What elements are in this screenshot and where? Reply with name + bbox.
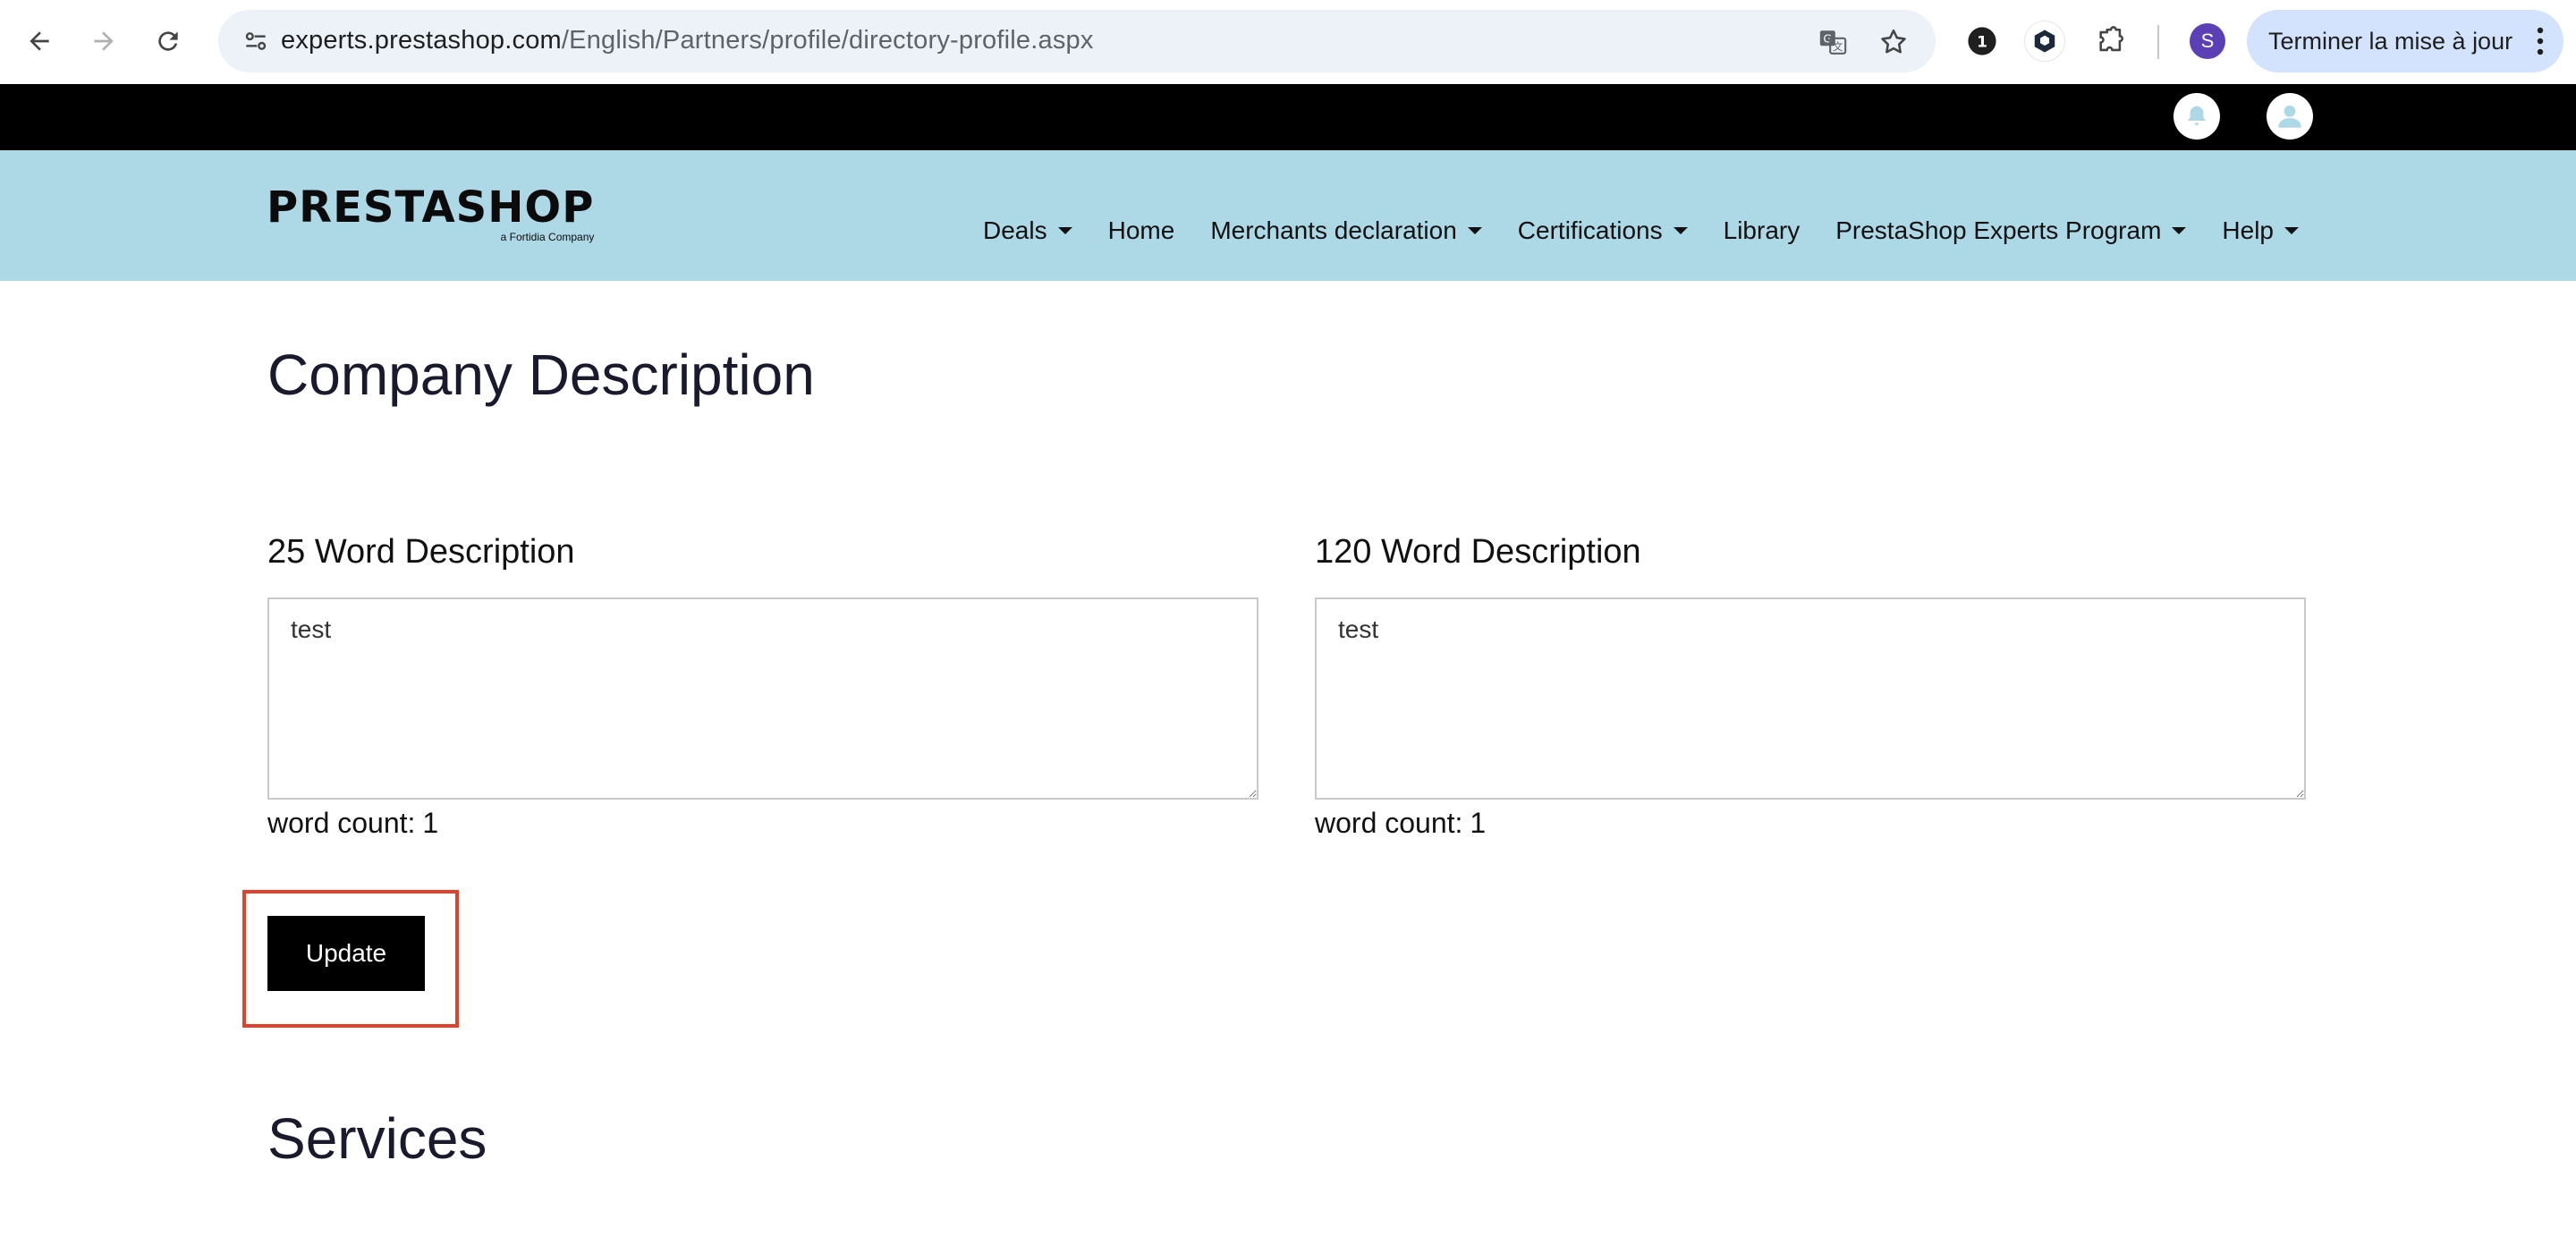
caret-down-icon <box>1673 227 1688 234</box>
notifications-button[interactable] <box>2174 93 2220 140</box>
page-title: Company Description <box>267 343 815 407</box>
onepassword-icon: 1 <box>1968 27 1996 55</box>
long-description-textarea[interactable]: test <box>1315 597 2306 800</box>
short-word-count: word count: 1 <box>267 807 438 840</box>
toolbar-divider <box>2157 25 2159 59</box>
finish-update-label: Terminer la mise à jour <box>2268 28 2513 55</box>
puzzle-icon <box>2099 26 2123 52</box>
short-description-label: 25 Word Description <box>267 533 575 571</box>
profile-avatar[interactable]: S <box>2190 23 2225 59</box>
caret-down-icon <box>1057 227 1072 234</box>
back-button[interactable] <box>16 18 63 64</box>
caret-down-icon <box>1467 227 1482 234</box>
word-count-value: 1 <box>422 807 439 839</box>
update-button[interactable]: Update <box>267 916 425 991</box>
nav-label: Certifications <box>1517 216 1663 244</box>
nav-merchants-declaration[interactable]: Merchants declaration <box>1192 216 1499 245</box>
extensions-button[interactable] <box>2091 21 2131 61</box>
reload-button[interactable] <box>145 18 191 64</box>
main-navigation: Deals Home Merchants declaration Certifi… <box>965 216 2317 245</box>
more-menu-icon[interactable] <box>2537 26 2544 56</box>
nav-certifications[interactable]: Certifications <box>1500 216 1706 245</box>
svg-text:文: 文 <box>1833 40 1843 53</box>
site-settings-icon[interactable] <box>242 27 270 55</box>
reload-icon <box>158 31 178 51</box>
nav-label: PrestaShop Experts Program <box>1835 216 2162 244</box>
url-host: experts.prestashop.com <box>281 26 562 55</box>
long-description-label: 120 Word Description <box>1315 533 1641 571</box>
cube-icon <box>2034 30 2055 53</box>
word-count-label: word count: <box>1315 807 1463 839</box>
bell-icon <box>2188 106 2206 125</box>
caret-down-icon <box>2172 227 2187 234</box>
caret-down-icon <box>2284 227 2299 234</box>
nav-label: Merchants declaration <box>1210 216 1457 244</box>
finish-update-button[interactable]: Terminer la mise à jour <box>2247 10 2563 72</box>
logo-tagline: a Fortidia Company <box>500 231 595 243</box>
nav-label: Home <box>1107 216 1175 244</box>
nav-library[interactable]: Library <box>1706 216 1818 245</box>
nav-deals[interactable]: Deals <box>965 216 1090 245</box>
nav-label: Library <box>1723 216 1801 244</box>
bookmark-star-icon[interactable] <box>1878 27 1909 57</box>
site-header: PRESTASHOP a Fortidia Company Deals Home… <box>0 150 2576 281</box>
services-title: Services <box>267 1106 487 1171</box>
user-icon <box>2278 105 2301 128</box>
word-count-value: 1 <box>1470 807 1487 839</box>
short-description-textarea[interactable]: test <box>267 597 1258 800</box>
nav-help[interactable]: Help <box>2204 216 2317 245</box>
nav-label: Deals <box>983 216 1047 244</box>
logo-wordmark: PRESTASHOP <box>267 182 595 233</box>
url-text[interactable]: experts.prestashop.com/English/Partners/… <box>281 26 1094 55</box>
extension-badge: 1 <box>1977 33 1987 51</box>
word-count-label: word count: <box>267 807 416 839</box>
password-manager-extension[interactable]: 1 <box>1962 21 2002 61</box>
nav-label: Help <box>2222 216 2274 244</box>
prestashop-logo[interactable]: PRESTASHOP a Fortidia Company <box>267 186 594 243</box>
long-word-count: word count: 1 <box>1315 807 1486 840</box>
nav-home[interactable]: Home <box>1090 216 1193 245</box>
site-top-bar <box>0 84 2576 150</box>
nav-experts-program[interactable]: PrestaShop Experts Program <box>1818 216 2204 245</box>
cube-extension[interactable] <box>2025 21 2064 61</box>
url-path: /English/Partners/profile/directory-prof… <box>561 26 1094 55</box>
translate-icon[interactable]: G 文 <box>1818 27 1848 57</box>
arrow-right-icon <box>94 31 114 51</box>
arrow-left-icon <box>30 31 49 51</box>
forward-button[interactable] <box>80 18 127 64</box>
account-button[interactable] <box>2267 93 2313 140</box>
browser-toolbar: experts.prestashop.com/English/Partners/… <box>0 0 2576 85</box>
address-bar[interactable]: experts.prestashop.com/English/Partners/… <box>218 10 1936 72</box>
